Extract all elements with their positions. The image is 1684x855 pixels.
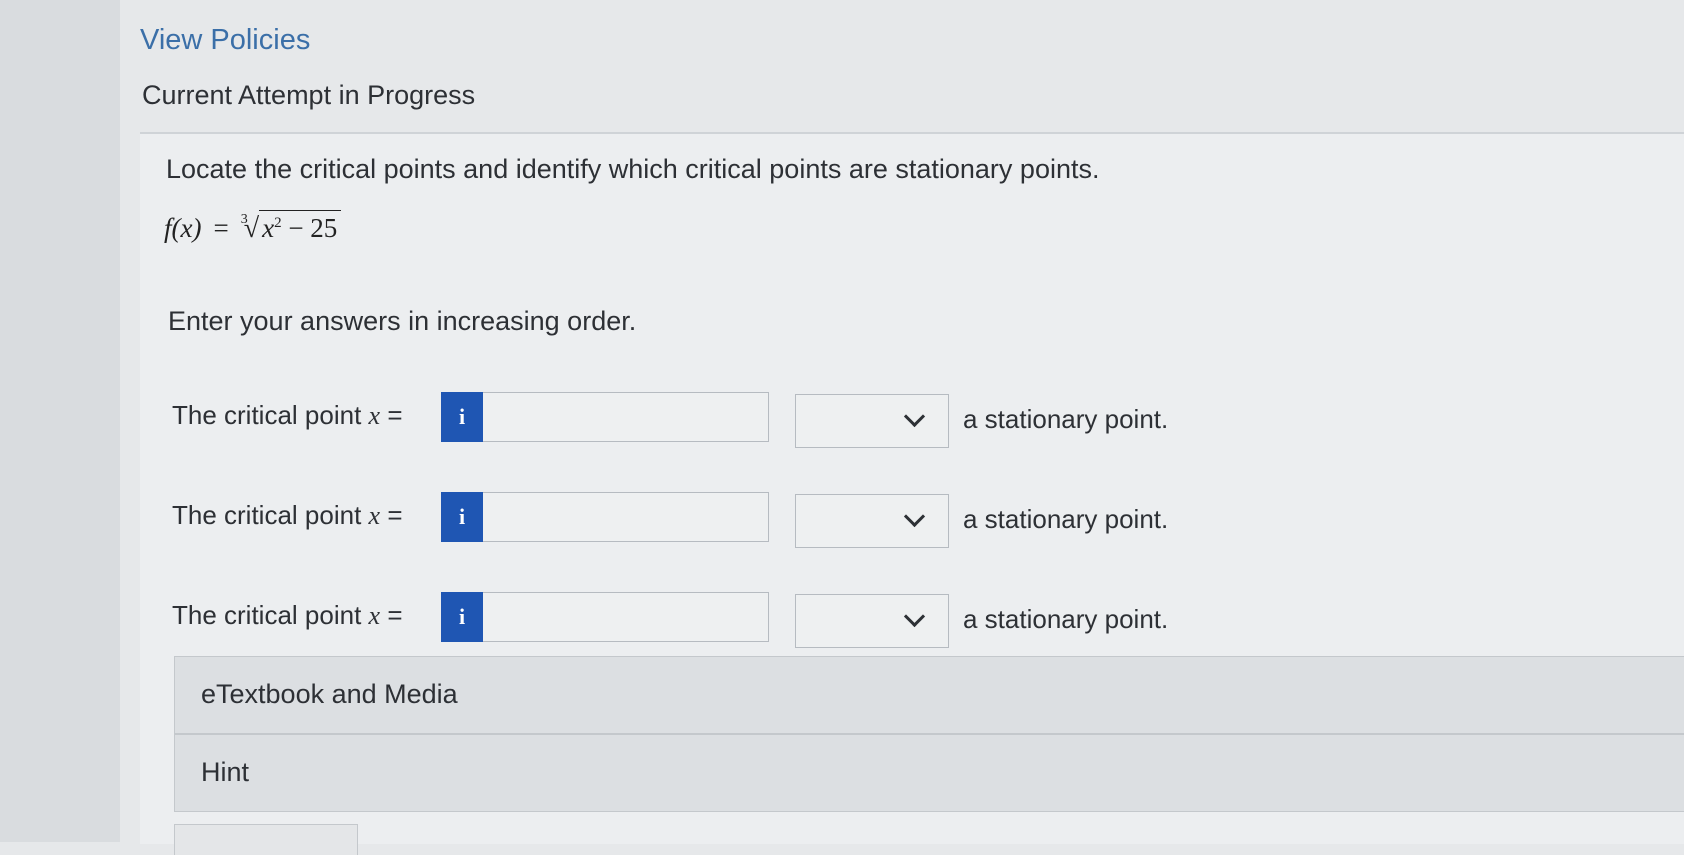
etextbook-media-toggle[interactable]: eTextbook and Media — [174, 656, 1684, 734]
formula-equals: = — [213, 213, 229, 243]
answer-instruction: Enter your answers in increasing order. — [168, 306, 637, 336]
question-prompt: Locate the critical points and identify … — [166, 154, 1100, 184]
answer-row-2: The critical point x = i a stationary po… — [0, 492, 1684, 552]
attempt-status-title: Current Attempt in Progress — [142, 80, 476, 110]
formula-lhs: f(x) — [164, 213, 202, 243]
info-icon[interactable]: i — [441, 392, 483, 442]
critical-point-input-2[interactable] — [483, 492, 769, 542]
info-icon[interactable]: i — [441, 492, 483, 542]
critical-point-input-3[interactable] — [483, 592, 769, 642]
etextbook-media-label: eTextbook and Media — [201, 679, 458, 709]
view-policies-link[interactable]: View Policies — [140, 24, 310, 57]
chevron-down-icon — [903, 505, 926, 528]
radicand-variable: x — [262, 213, 275, 243]
radicand-exponent: 2 — [274, 215, 282, 231]
next-section-stub[interactable] — [174, 824, 358, 855]
row-label: The critical point x = — [172, 600, 403, 630]
answer-row-3: The critical point x = i a stationary po… — [0, 592, 1684, 652]
hint-toggle[interactable]: Hint — [174, 734, 1684, 812]
chevron-down-icon — [903, 405, 926, 428]
root-index: 3 — [240, 212, 248, 227]
hint-label: Hint — [201, 757, 250, 787]
info-icon[interactable]: i — [441, 592, 483, 642]
row-suffix: a stationary point. — [963, 404, 1169, 434]
radicand: x2 − 25 — [259, 210, 342, 244]
row-suffix: a stationary point. — [963, 504, 1169, 534]
row-label: The critical point x = — [172, 500, 403, 530]
variable-x: x — [368, 501, 381, 530]
row-label: The critical point x = — [172, 400, 403, 430]
variable-x: x — [368, 401, 381, 430]
answer-row-1: The critical point x = i a stationary po… — [0, 392, 1684, 452]
cube-root: 3 √ x2 − 25 — [241, 210, 342, 245]
variable-x: x — [368, 601, 381, 630]
row-suffix: a stationary point. — [963, 604, 1169, 634]
stationary-select-1[interactable] — [795, 394, 949, 448]
chevron-down-icon — [903, 605, 926, 628]
stationary-select-2[interactable] — [795, 494, 949, 548]
radicand-constant: − 25 — [281, 213, 338, 243]
critical-point-input-1[interactable] — [483, 392, 769, 442]
stationary-select-3[interactable] — [795, 594, 949, 648]
function-formula: f(x) = 3 √ x2 − 25 — [164, 210, 342, 245]
